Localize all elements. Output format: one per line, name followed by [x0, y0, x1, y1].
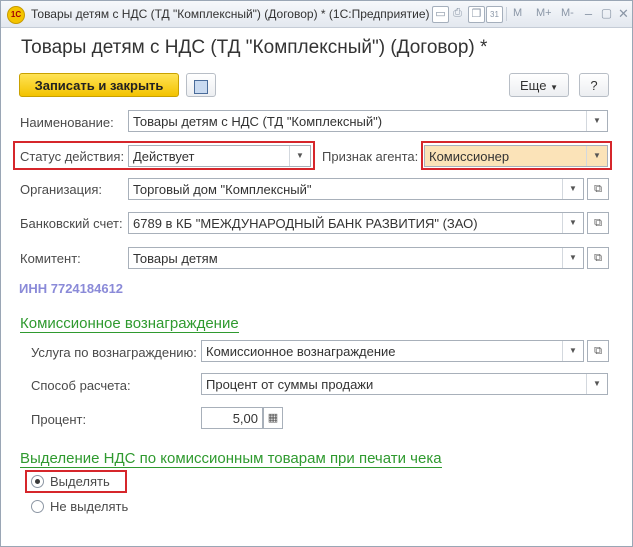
agent-label: Признак агента: [322, 149, 419, 164]
chevron-down-icon[interactable]: ▼ [562, 213, 583, 233]
window-title: Товары детям с НДС (ТД "Комплексный") (Д… [31, 7, 430, 21]
bank-account-field[interactable]: 6789 в КБ "МЕЖДУНАРОДНЫЙ БАНК РАЗВИТИЯ" … [128, 212, 584, 234]
calculation-method-select[interactable]: Процент от суммы продажи ▼ [201, 373, 608, 395]
toolbar-separator [506, 7, 507, 21]
save-and-close-button[interactable]: Записать и закрыть [19, 73, 179, 97]
chevron-down-icon[interactable]: ▼ [586, 374, 607, 394]
help-button[interactable]: ? [579, 73, 609, 97]
percent-label: Процент: [31, 412, 87, 427]
more-button[interactable]: Еще ▼ [509, 73, 569, 97]
save-button[interactable] [186, 73, 216, 97]
floppy-disk-icon [194, 80, 208, 94]
chevron-down-icon[interactable]: ▼ [562, 341, 583, 361]
chevron-down-icon[interactable]: ▼ [562, 179, 583, 199]
more-label: Еще [520, 78, 547, 93]
organization-label: Организация: [20, 182, 103, 197]
vat-allocate-label[interactable]: Выделять [50, 474, 110, 489]
copy-icon[interactable]: ❐ [468, 6, 485, 23]
calculation-method-label: Способ расчета: [31, 378, 131, 393]
open-icon[interactable]: ⧉ [587, 178, 609, 200]
service-field[interactable]: Комиссионное вознаграждение ▼ [201, 340, 584, 362]
bank-account-label: Банковский счет: [20, 216, 123, 231]
principal-value: Товары детям [133, 251, 218, 266]
chevron-down-icon: ▼ [550, 83, 558, 92]
open-icon[interactable]: ⧉ [587, 247, 609, 269]
bank-account-value: 6789 в КБ "МЕЖДУНАРОДНЫЙ БАНК РАЗВИТИЯ" … [133, 216, 478, 231]
principal-label: Комитент: [20, 251, 81, 266]
organization-value: Торговый дом "Комплексный" [133, 182, 312, 197]
radio-vat-not-allocate[interactable] [31, 500, 44, 513]
bookmark-icon[interactable]: ▭ [432, 6, 449, 23]
status-select[interactable]: Действует ▼ [128, 145, 311, 167]
name-label: Наименование: [20, 115, 114, 130]
calculation-method-value: Процент от суммы продажи [206, 377, 374, 392]
window: 1С Товары детям с НДС (ТД "Комплексный")… [0, 0, 633, 547]
radio-vat-allocate[interactable] [31, 475, 44, 488]
form-title: Товары детям с НДС (ТД "Комплексный") (Д… [21, 37, 488, 58]
chevron-down-icon[interactable]: ▼ [586, 146, 607, 166]
agent-select[interactable]: Комиссионер ▼ [424, 145, 608, 167]
open-icon[interactable]: ⧉ [587, 212, 609, 234]
name-value: Товары детям с НДС (ТД "Комплексный") [133, 114, 383, 129]
calculator-icon[interactable]: ▦ [263, 407, 283, 429]
percent-input[interactable]: 5,00 [201, 407, 263, 429]
memory-plus-button[interactable]: M+ [536, 7, 552, 19]
chevron-down-icon[interactable]: ▼ [562, 248, 583, 268]
status-value: Действует [133, 149, 195, 164]
restore-icon[interactable]: ▢ [599, 6, 614, 21]
chevron-down-icon[interactable]: ▼ [586, 111, 607, 131]
memory-m-button[interactable]: M [513, 7, 522, 19]
calendar-icon[interactable]: 31 [486, 6, 503, 23]
name-field[interactable]: Товары детям с НДС (ТД "Комплексный") ▼ [128, 110, 608, 132]
title-bar: 1С Товары детям с НДС (ТД "Комплексный")… [1, 1, 632, 28]
status-label: Статус действия: [20, 149, 125, 164]
memory-minus-button[interactable]: M- [561, 7, 574, 19]
organization-field[interactable]: Торговый дом "Комплексный" ▼ [128, 178, 584, 200]
inn-label: ИНН 7724184612 [19, 281, 124, 296]
vat-not-allocate-label[interactable]: Не выделять [50, 499, 128, 514]
open-icon[interactable]: ⧉ [587, 340, 609, 362]
vat-section-heading[interactable]: Выделение НДС по комиссионным товарам пр… [20, 450, 442, 468]
commission-section-heading[interactable]: Комиссионное вознаграждение [20, 315, 239, 333]
percent-value: 5,00 [232, 411, 258, 426]
principal-field[interactable]: Товары детям ▼ [128, 247, 584, 269]
minimize-icon[interactable]: ‒ [581, 6, 596, 21]
agent-value: Комиссионер [429, 149, 510, 164]
app-logo-icon[interactable]: 1С [7, 6, 25, 24]
service-value: Комиссионное вознаграждение [206, 344, 396, 359]
radio-selected-dot [35, 479, 40, 484]
close-icon[interactable]: ✕ [616, 6, 631, 21]
chevron-down-icon[interactable]: ▼ [289, 146, 310, 166]
service-label: Услуга по вознаграждению: [31, 345, 197, 360]
print-icon[interactable]: ⎙ [450, 6, 465, 21]
